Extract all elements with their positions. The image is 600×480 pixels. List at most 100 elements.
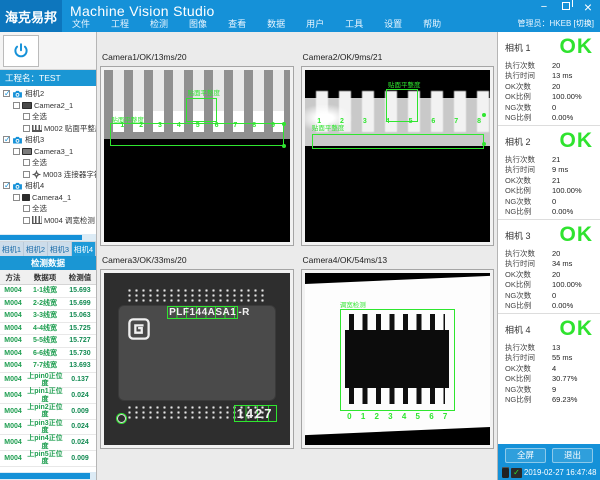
cell-method: M004 bbox=[0, 423, 26, 430]
table-row: M004上pin5正位度0.009 bbox=[0, 451, 96, 467]
status-badge: OK bbox=[560, 319, 594, 339]
menu-bar: 文件 工程 检测 图像 查看 数据 用户 工具 设置 帮助 bbox=[72, 17, 441, 30]
chip-marking-text: PLF144ASA1-R bbox=[167, 307, 250, 318]
tree-item-label: 全选 bbox=[32, 203, 47, 214]
close-icon[interactable]: × bbox=[582, 2, 594, 13]
stat-value: 20 bbox=[552, 270, 560, 279]
vision-sub-rect bbox=[386, 89, 418, 122]
vision-roi-rect bbox=[340, 309, 455, 410]
checkbox-checked[interactable] bbox=[3, 182, 10, 189]
menu-help[interactable]: 帮助 bbox=[423, 17, 441, 30]
table-row: M0046-6线宽15.730 bbox=[0, 348, 96, 361]
cell-method: M004 bbox=[0, 325, 26, 332]
tree-item-camera3-1[interactable]: Camera3_1 bbox=[0, 146, 96, 158]
power-icon bbox=[12, 42, 30, 60]
checkbox[interactable] bbox=[23, 217, 30, 224]
checkbox[interactable] bbox=[13, 194, 20, 201]
stat-value: 4 bbox=[552, 364, 556, 373]
menu-settings[interactable]: 设置 bbox=[384, 17, 402, 30]
stat-label: 执行时间 bbox=[505, 258, 552, 269]
stat-value: 100.00% bbox=[552, 186, 582, 195]
tree-item-m003[interactable]: M003 连接器字符 bbox=[0, 169, 96, 181]
checkbox[interactable] bbox=[23, 159, 30, 166]
tree-item-camera3[interactable]: 相机3 bbox=[0, 134, 96, 146]
stat-label: 执行时间 bbox=[505, 70, 552, 81]
checkbox[interactable] bbox=[23, 113, 30, 120]
cell-item: 上pin5正位度 bbox=[26, 451, 64, 466]
stat-label: 执行时间 bbox=[505, 164, 552, 175]
camera3-stats: 相机 3 OK 执行次数20 执行时间34 ms OK次数20 OK比例100.… bbox=[498, 220, 600, 314]
checkbox[interactable] bbox=[13, 148, 20, 155]
fullscreen-button[interactable]: 全屏 bbox=[505, 448, 546, 463]
tree-horizontal-scrollbar[interactable] bbox=[0, 234, 96, 241]
tab-camera3[interactable]: 相机3 bbox=[48, 242, 72, 256]
vision-roi-rect bbox=[312, 134, 485, 149]
status-badge: OK bbox=[560, 131, 594, 151]
scrollbar-thumb[interactable] bbox=[0, 235, 82, 240]
cell-method: M004 bbox=[0, 455, 26, 462]
restore-icon[interactable] bbox=[560, 2, 572, 13]
cell-method: M004 bbox=[0, 392, 26, 399]
tree-item-m002[interactable]: M002 贴面平整度 bbox=[0, 123, 96, 135]
stat-label: NG比例 bbox=[505, 206, 552, 217]
tree-item-m004[interactable]: M004 调宽检测 bbox=[0, 215, 96, 227]
power-button[interactable] bbox=[3, 35, 39, 67]
stat-value: 21 bbox=[552, 155, 560, 164]
tab-camera1[interactable]: 相机1 bbox=[0, 242, 24, 256]
status-badge: OK bbox=[560, 37, 594, 57]
camera-icon bbox=[12, 136, 23, 144]
tree-item-label: Camera2_1 bbox=[34, 101, 73, 110]
col-value: 检测值 bbox=[64, 272, 96, 283]
tree-item-camera2[interactable]: 相机2 bbox=[0, 88, 96, 100]
cell-value: 13.693 bbox=[64, 362, 96, 369]
menu-data[interactable]: 数据 bbox=[267, 17, 285, 30]
tree-item-select-all[interactable]: 全选 bbox=[0, 157, 96, 169]
tree-item-select-all[interactable]: 全选 bbox=[0, 111, 96, 123]
camera1-block: Camera1/OK/13ms/20 1 2 3 4 5 6 7 8 9 贴面平… bbox=[100, 52, 294, 246]
table-horizontal-scrollbar[interactable] bbox=[0, 472, 96, 480]
cell-item: 上pin1正位度 bbox=[26, 388, 64, 403]
stat-label: 执行次数 bbox=[505, 60, 552, 71]
tree-item-camera4-1[interactable]: Camera4_1 bbox=[0, 192, 96, 204]
cell-method: M004 bbox=[0, 287, 26, 294]
checkbox[interactable] bbox=[13, 102, 20, 109]
switch-user-link[interactable]: [切换] bbox=[574, 19, 594, 28]
checkbox[interactable] bbox=[23, 171, 30, 178]
menu-tools[interactable]: 工具 bbox=[345, 17, 363, 30]
minimize-icon[interactable]: − bbox=[538, 2, 550, 13]
camera2-stats: 相机 2 OK 执行次数21 执行时间9 ms OK次数21 OK比例100.0… bbox=[498, 126, 600, 220]
tree-item-label: 相机4 bbox=[25, 180, 44, 191]
tree-item-camera2-1[interactable]: Camera2_1 bbox=[0, 100, 96, 112]
cell-value: 0.009 bbox=[64, 408, 96, 415]
checkbox[interactable] bbox=[23, 125, 30, 132]
stat-value: 13 bbox=[552, 343, 560, 352]
stat-value: 21 bbox=[552, 176, 560, 185]
menu-file[interactable]: 文件 bbox=[72, 17, 90, 30]
tree-item-label: 相机2 bbox=[25, 88, 44, 99]
checkbox-checked[interactable] bbox=[3, 136, 10, 143]
menu-image[interactable]: 图像 bbox=[189, 17, 207, 30]
table-row: M0041-1线宽15.693 bbox=[0, 285, 96, 298]
tree-item-label: 全选 bbox=[32, 157, 47, 168]
tab-camera4-active[interactable]: 相机4 bbox=[72, 242, 96, 256]
menu-project[interactable]: 工程 bbox=[111, 17, 129, 30]
table-row: M004上pin2正位度0.009 bbox=[0, 404, 96, 420]
menu-inspect[interactable]: 检测 bbox=[150, 17, 168, 30]
cell-item: 6-6线宽 bbox=[26, 350, 64, 357]
cell-item: 上pin3正位度 bbox=[26, 420, 64, 435]
stat-label: OK比例 bbox=[505, 185, 552, 196]
camera3-header: Camera3/OK/33ms/20 bbox=[100, 255, 294, 269]
menu-view[interactable]: 查看 bbox=[228, 17, 246, 30]
menu-user[interactable]: 用户 bbox=[306, 17, 324, 30]
tree-item-camera4[interactable]: 相机4 bbox=[0, 180, 96, 192]
tab-camera2[interactable]: 相机2 bbox=[24, 242, 48, 256]
sidebar: 工程名：TEST 相机2 Camera2_1 全选 M002 贴面平整度 bbox=[0, 32, 97, 480]
scrollbar-thumb[interactable] bbox=[0, 473, 90, 479]
tree-item-select-all[interactable]: 全选 bbox=[0, 203, 96, 215]
exit-button[interactable]: 退出 bbox=[552, 448, 593, 463]
cell-method: M004 bbox=[0, 337, 26, 344]
checkbox[interactable] bbox=[23, 205, 30, 212]
checkbox-checked[interactable] bbox=[3, 90, 10, 97]
cell-value: 15.063 bbox=[64, 312, 96, 319]
status-check-icon: ✓ bbox=[511, 468, 522, 478]
